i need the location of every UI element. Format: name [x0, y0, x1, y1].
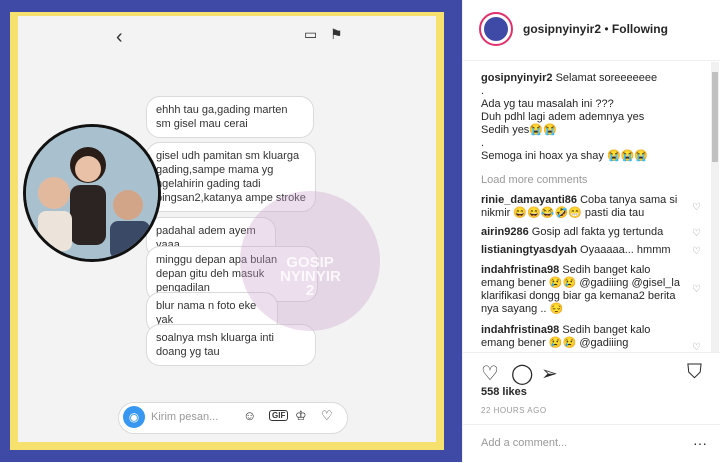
comments-list: gosipnyinyir2 Selamat soreeeeeee . Ada y…: [463, 62, 711, 352]
comment-like-icon[interactable]: ♡: [692, 202, 701, 213]
crown-icon: ♔: [295, 408, 307, 423]
caption-line: Duh pdhl lagi adem ademnya yes: [481, 111, 645, 123]
likes-count[interactable]: 558 likes: [481, 386, 527, 398]
caption-line: Sedih yes😭😭: [481, 124, 557, 136]
header-username-row: gosipnyinyir2 • Following: [523, 22, 668, 36]
caption-line: Semoga ini hoax ya shay 😭😭😭: [481, 150, 649, 162]
dm-topbar: ‹ ▭ ⚑: [18, 16, 436, 52]
comment-username[interactable]: indahfristina98: [481, 324, 559, 336]
comment: rinie_damayanti86 Coba tanya sama si nik…: [481, 194, 681, 220]
comment-username[interactable]: indahfristina98: [481, 264, 559, 276]
comment-like-icon[interactable]: ♡: [692, 228, 701, 239]
header-separator: •: [604, 22, 609, 36]
compose-placeholder: Kirim pesan...: [151, 411, 219, 423]
post-sidebar: gosipnyinyir2 • Following gosipnyinyir2 …: [462, 0, 720, 462]
gif-icon: GIF: [269, 410, 289, 421]
load-more-comments[interactable]: Load more comments: [481, 174, 587, 186]
more-icon[interactable]: ···: [693, 435, 707, 451]
caption-username[interactable]: gosipnyinyir2: [481, 72, 553, 84]
caption-line: Selamat soreeeeeee: [555, 72, 658, 84]
flag-icon: ⚑: [330, 26, 343, 42]
dm-screenshot: ‹ ▭ ⚑ ehhh tau ga,gading marten sm gisel…: [18, 16, 436, 442]
comment: indahfristina98 Sedih banget kalo emang …: [481, 324, 681, 350]
comment-text: Oyaaaaa... hmmm: [580, 244, 671, 256]
post-header: gosipnyinyir2 • Following: [463, 0, 720, 61]
add-comment-input[interactable]: Add a comment...: [481, 437, 567, 449]
comment-icon[interactable]: ◯: [511, 361, 533, 386]
comment: airin9286 Gosip adl fakta yg tertunda: [481, 226, 681, 239]
comment-like-icon[interactable]: ♡: [692, 342, 701, 352]
emoji-icon: ☺: [243, 408, 257, 423]
dm-compose-bar: ◉ Kirim pesan... ☺ GIF ♔ ♡: [118, 402, 348, 434]
post-timestamp: 22 HOURS AGO: [481, 406, 547, 415]
comments-scrollbar[interactable]: [711, 62, 719, 352]
caption: gosipnyinyir2 Selamat soreeeeeee . Ada y…: [481, 72, 705, 163]
chat-bubble: soalnya msh kluarga inti doang yg tau: [146, 324, 316, 366]
comment: listianingtyasdyah Oyaaaaa... hmmm: [481, 244, 681, 257]
comment-like-icon[interactable]: ♡: [692, 246, 701, 257]
heart-icon[interactable]: ♡: [481, 361, 499, 386]
chat-bubble: ehhh tau ga,gading marten sm gisel mau c…: [146, 96, 314, 138]
comment: indahfristina98 Sedih banget kalo emang …: [481, 264, 681, 316]
header-username[interactable]: gosipnyinyir2: [523, 22, 601, 36]
add-comment-bar: Add a comment... ···: [463, 424, 720, 463]
back-icon: ‹: [116, 26, 123, 48]
share-icon[interactable]: ➢: [541, 361, 558, 386]
video-icon: ▭: [304, 26, 318, 42]
family-photo: [23, 124, 161, 262]
post-image[interactable]: ‹ ▭ ⚑ ehhh tau ga,gading marten sm gisel…: [0, 0, 462, 462]
following-button[interactable]: Following: [612, 22, 668, 36]
heart-outline-icon: ♡: [321, 408, 333, 423]
comment-username[interactable]: listianingtyasdyah: [481, 244, 577, 256]
caption-line: .: [481, 137, 485, 149]
scrollbar-thumb[interactable]: [712, 72, 718, 162]
comment-username[interactable]: airin9286: [481, 226, 529, 238]
bookmark-icon[interactable]: ⛉: [687, 361, 702, 384]
account-avatar-image: [484, 17, 508, 41]
account-avatar[interactable]: [479, 12, 513, 46]
family-photo-image: [26, 127, 158, 259]
comment-text: Gosip adl fakta yg tertunda: [531, 226, 664, 238]
camera-icon: ◉: [123, 406, 145, 428]
caption-line: Ada yg tau masalah ini ???: [481, 98, 614, 110]
comment-username[interactable]: rinie_damayanti86: [481, 194, 577, 206]
watermark-text: GOSIP NYINYIR 2: [280, 254, 341, 299]
caption-line: .: [481, 85, 485, 97]
comment-like-icon[interactable]: ♡: [692, 284, 701, 295]
